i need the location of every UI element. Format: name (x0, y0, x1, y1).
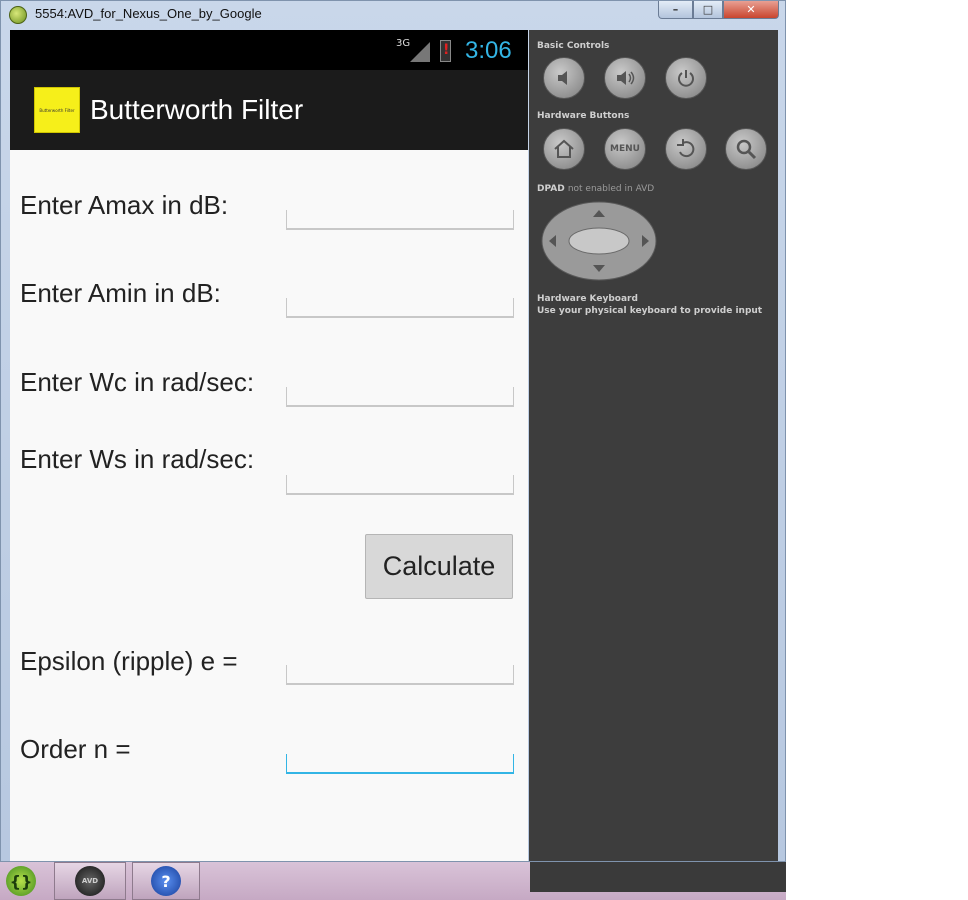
hardware-keyboard-heading: Hardware Keyboard (537, 294, 638, 304)
maximize-icon: □ (702, 3, 714, 16)
order-input[interactable] (287, 755, 513, 774)
dpad-heading: DPAD not enabled in AVD (537, 184, 654, 194)
taskbar-item-avd[interactable]: AVD (54, 862, 126, 900)
back-icon (677, 139, 695, 158)
signal-icon (410, 42, 430, 62)
dpad[interactable] (541, 201, 657, 281)
avd-icon: AVD (75, 866, 105, 896)
window-titlebar[interactable]: 5554:AVD_for_Nexus_One_by_Google – □ ✕ (1, 1, 787, 29)
android-app-icon (9, 6, 27, 24)
search-button[interactable] (725, 128, 767, 170)
order-field[interactable] (286, 754, 514, 774)
app-title: Butterworth Filter (90, 94, 304, 125)
emulator-controls: Basic Controls Hardware Buttons MENU DPA… (529, 30, 778, 861)
close-icon: ✕ (746, 3, 756, 16)
amax-input[interactable] (287, 211, 513, 230)
epsilon-input[interactable] (287, 666, 513, 685)
minimize-button[interactable]: – (658, 1, 693, 19)
volume-up-button[interactable] (604, 57, 646, 99)
amax-field[interactable] (286, 210, 514, 230)
maximize-button[interactable]: □ (693, 1, 723, 19)
dpad-heading-text: DPAD (537, 184, 565, 194)
app-logo: Butterworth Filter (34, 87, 80, 133)
window-title: 5554:AVD_for_Nexus_One_by_Google (35, 6, 262, 21)
taskbar-overlay (530, 862, 786, 892)
volume-down-icon (558, 71, 567, 85)
help-icon: ? (151, 866, 181, 896)
taskbar-item-help[interactable]: ? (132, 862, 200, 900)
close-button[interactable]: ✕ (723, 1, 779, 19)
status-bar: 3G 3:06 (10, 30, 528, 70)
menu-button-label: MENU (610, 144, 640, 154)
volume-up-icon (617, 71, 635, 85)
home-button[interactable] (543, 128, 585, 170)
avd-label: AVD (81, 877, 99, 885)
battery-warning-icon (440, 40, 451, 62)
minimize-icon: – (672, 3, 679, 16)
braces-icon: {} (6, 866, 36, 896)
amin-label: Enter Amin in dB: (20, 278, 221, 308)
amax-label: Enter Amax in dB: (20, 190, 229, 220)
order-label: Order n = (20, 734, 131, 764)
dpad-center-button[interactable] (568, 227, 630, 255)
wc-label: Enter Wc in rad/sec: (20, 367, 255, 397)
wc-input[interactable] (287, 388, 513, 407)
action-bar: Butterworth Filter Butterworth Filter (10, 70, 528, 150)
dpad-status: not enabled in AVD (567, 184, 655, 194)
hardware-buttons-heading: Hardware Buttons (537, 111, 630, 121)
back-button[interactable] (665, 128, 707, 170)
screen: 5554:AVD_for_Nexus_One_by_Google – □ ✕ 3… (0, 0, 968, 900)
power-button[interactable] (665, 57, 707, 99)
app-logo-text: Butterworth Filter (39, 107, 75, 113)
power-icon (678, 70, 694, 87)
ws-input[interactable] (287, 476, 513, 495)
basic-controls-heading: Basic Controls (537, 41, 610, 51)
menu-button[interactable]: MENU (604, 128, 646, 170)
epsilon-label: Epsilon (ripple) e = (20, 646, 238, 676)
amin-input[interactable] (287, 299, 513, 318)
calculate-button[interactable]: Calculate (365, 534, 513, 599)
epsilon-field[interactable] (286, 665, 514, 685)
volume-down-button[interactable] (543, 57, 585, 99)
home-icon (554, 139, 574, 158)
taskbar-item-braces[interactable]: {} (0, 862, 42, 900)
amin-field[interactable] (286, 298, 514, 318)
device-screen: 3G 3:06 Butterworth Filter Butterworth F… (10, 30, 528, 861)
status-clock: 3:06 (465, 37, 512, 64)
search-icon (736, 139, 757, 160)
hardware-keyboard-hint: Use your physical keyboard to provide in… (537, 306, 763, 316)
ws-field[interactable] (286, 475, 514, 495)
ws-label: Enter Ws in rad/sec: (20, 444, 255, 474)
network-type: 3G (396, 38, 411, 49)
wc-field[interactable] (286, 387, 514, 407)
taskbar: {} AVD ? (0, 862, 786, 900)
emulator-window: 5554:AVD_for_Nexus_One_by_Google – □ ✕ 3… (0, 0, 786, 862)
